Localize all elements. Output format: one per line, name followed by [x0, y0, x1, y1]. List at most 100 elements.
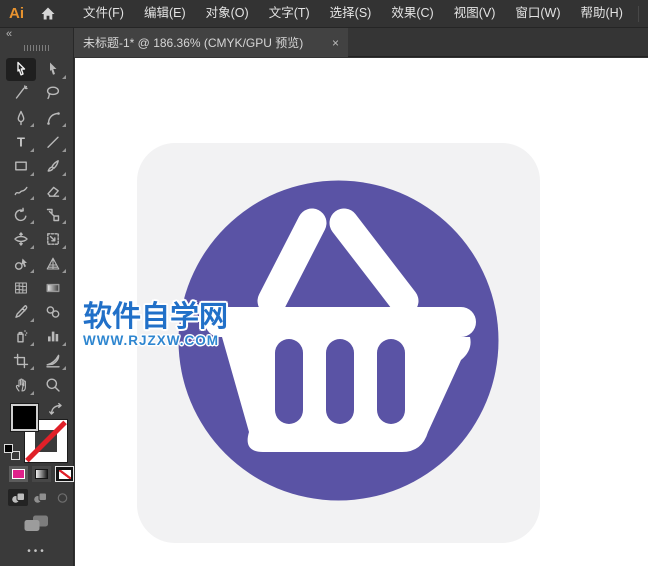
rectangle-icon	[13, 158, 29, 174]
hand-icon	[13, 377, 29, 393]
paintbrush-icon	[45, 158, 61, 174]
basket-slot	[275, 339, 303, 424]
lasso-tool[interactable]	[38, 82, 68, 105]
column-graph-icon	[45, 328, 61, 344]
tool-grid: T	[5, 57, 69, 397]
draw-behind-button[interactable]	[30, 489, 50, 506]
pen-icon	[13, 110, 29, 126]
pen-tool[interactable]	[6, 106, 36, 129]
type-tool[interactable]: T	[6, 131, 36, 154]
direct-selection-tool[interactable]	[38, 58, 68, 81]
scale-icon	[45, 207, 61, 223]
type-icon: T	[13, 134, 29, 150]
change-screen-mode-icon[interactable]	[23, 514, 50, 538]
svg-text:T: T	[17, 135, 25, 150]
gradient-tool[interactable]	[38, 276, 68, 299]
magic-wand-tool[interactable]	[6, 82, 36, 105]
eyedropper-icon	[13, 304, 29, 320]
gradient-swatch-button[interactable]	[32, 466, 51, 482]
eyedropper-tool[interactable]	[6, 301, 36, 324]
basket-rim[interactable]	[205, 307, 476, 337]
draw-behind-icon	[33, 492, 48, 504]
panel-grip-handle[interactable]	[24, 45, 51, 51]
selection-tool[interactable]	[6, 58, 36, 81]
rotate-tool[interactable]	[6, 203, 36, 226]
shaper-tool[interactable]	[6, 179, 36, 202]
direct-selection-icon	[45, 61, 61, 77]
line-segment-tool[interactable]	[38, 131, 68, 154]
mesh-icon	[13, 280, 29, 296]
none-swatch-button[interactable]	[55, 466, 74, 482]
gradient-icon	[45, 280, 61, 296]
shape-builder-icon	[13, 256, 29, 272]
document-canvas[interactable]: 软件自学网 WWW.RJZXW.COM	[75, 58, 648, 566]
app-logo[interactable]: Ai	[9, 5, 24, 22]
lasso-icon	[45, 85, 61, 101]
document-tab[interactable]: 未标题-1* @ 186.36% (CMYK/GPU 预览) ×	[74, 28, 348, 57]
shape-builder-tool[interactable]	[6, 252, 36, 275]
menu-file[interactable]: 文件(F)	[73, 0, 134, 27]
menu-window[interactable]: 窗口(W)	[505, 0, 570, 27]
slice-tool[interactable]	[38, 349, 68, 372]
zoom-icon	[45, 377, 61, 393]
width-icon	[13, 231, 29, 247]
menu-bar: Ai 文件(F) 编辑(E) 对象(O) 文字(T) 选择(S) 效果(C) 视…	[0, 0, 648, 28]
tools-panel: « T	[0, 28, 74, 566]
draw-inside-icon	[55, 492, 70, 504]
perspective-grid-icon	[45, 256, 61, 272]
curvature-icon	[45, 110, 61, 126]
curvature-tool[interactable]	[38, 106, 68, 129]
free-transform-icon	[45, 231, 61, 247]
scale-tool[interactable]	[38, 203, 68, 226]
draw-normal-icon	[11, 492, 26, 504]
menu-type[interactable]: 文字(T)	[259, 0, 320, 27]
magic-wand-icon	[13, 85, 29, 101]
drawing-mode-buttons	[8, 489, 72, 506]
selection-icon	[13, 61, 29, 77]
watermark-url: WWW.RJZXW.COM	[83, 334, 228, 348]
menu-object[interactable]: 对象(O)	[196, 0, 259, 27]
column-graph-tool[interactable]	[38, 325, 68, 348]
width-tool[interactable]	[6, 228, 36, 251]
blend-tool[interactable]	[38, 301, 68, 324]
basket-slot	[326, 339, 354, 424]
watermark-site-name: 软件自学网	[83, 302, 228, 331]
menu-view[interactable]: 视图(V)	[444, 0, 506, 27]
eraser-tool[interactable]	[38, 179, 68, 202]
menu-effect[interactable]: 效果(C)	[381, 0, 443, 27]
menu-select[interactable]: 选择(S)	[320, 0, 382, 27]
menu-help[interactable]: 帮助(H)	[571, 0, 633, 27]
slice-icon	[45, 353, 61, 369]
fill-swatch[interactable]	[11, 404, 38, 431]
edit-toolbar-dots-icon[interactable]: •••	[0, 546, 74, 557]
perspective-grid-tool[interactable]	[38, 252, 68, 275]
menubar-divider	[638, 6, 639, 22]
watermark: 软件自学网 WWW.RJZXW.COM	[83, 302, 228, 348]
menu-edit[interactable]: 编辑(E)	[134, 0, 196, 27]
symbol-sprayer-icon	[13, 328, 29, 344]
swap-fill-stroke-icon[interactable]	[48, 402, 65, 421]
eraser-icon	[45, 183, 61, 199]
home-icon[interactable]	[40, 6, 56, 21]
free-transform-tool[interactable]	[38, 228, 68, 251]
symbol-sprayer-tool[interactable]	[6, 325, 36, 348]
color-swatch-button[interactable]	[9, 466, 28, 482]
default-fill-stroke-icon[interactable]	[4, 444, 20, 460]
paintbrush-tool[interactable]	[38, 155, 68, 178]
hand-tool[interactable]	[6, 374, 36, 397]
document-tab-title: 未标题-1* @ 186.36% (CMYK/GPU 预览)	[83, 34, 303, 51]
basket-slot	[377, 339, 405, 424]
mesh-tool[interactable]	[6, 276, 36, 299]
zoom-tool[interactable]	[38, 374, 68, 397]
blend-icon	[45, 304, 61, 320]
collapse-panel-icon[interactable]: «	[6, 28, 12, 40]
artboard-tool[interactable]	[6, 349, 36, 372]
rectangle-tool[interactable]	[6, 155, 36, 178]
artboard-icon	[13, 353, 29, 369]
draw-inside-button[interactable]	[52, 489, 72, 506]
illustrator-window: Ai 文件(F) 编辑(E) 对象(O) 文字(T) 选择(S) 效果(C) 视…	[0, 0, 648, 566]
document-tab-bar: 未标题-1* @ 186.36% (CMYK/GPU 预览) ×	[74, 28, 648, 57]
tab-close-icon[interactable]: ×	[324, 36, 339, 50]
draw-normal-button[interactable]	[8, 489, 28, 506]
shaper-icon	[13, 183, 29, 199]
